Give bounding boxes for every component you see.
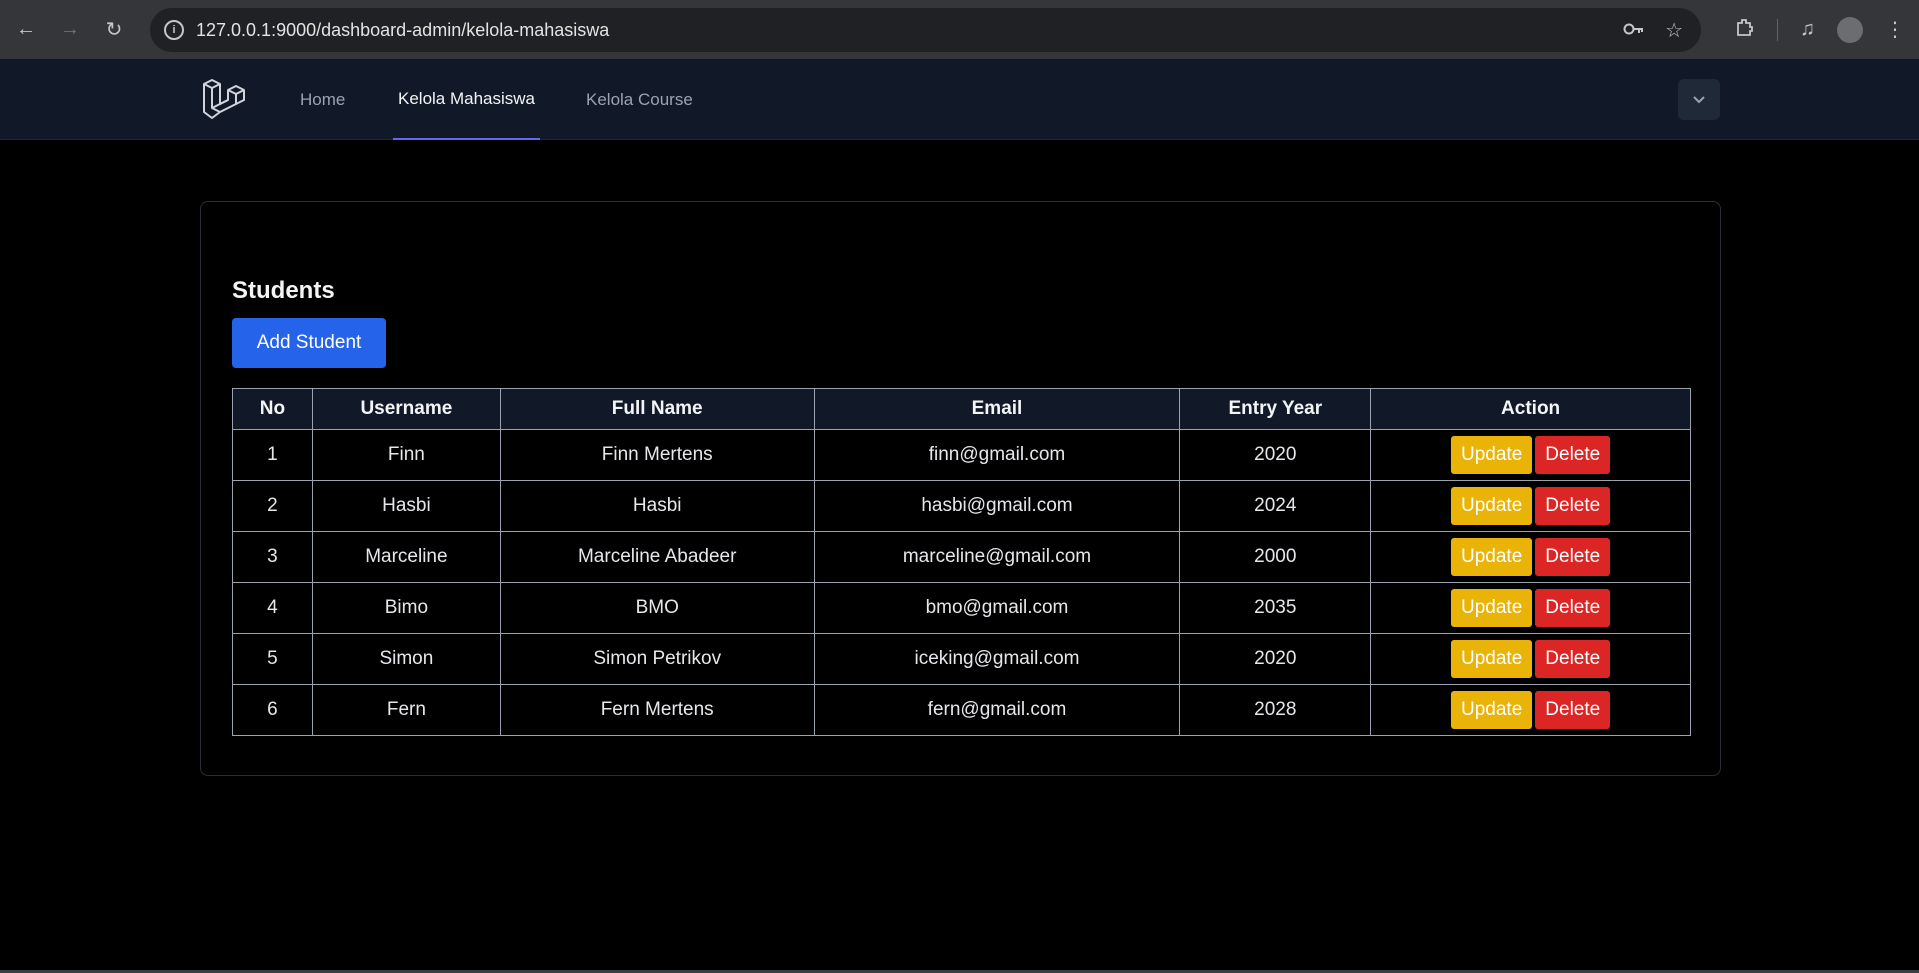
- nav-link-kelola-mahasiswa[interactable]: Kelola Mahasiswa: [393, 59, 541, 140]
- cell-username: Simon: [311, 633, 501, 685]
- students-table: No Username Full Name Email Entry Year A…: [232, 388, 1691, 736]
- cell-username: Fern: [311, 684, 501, 736]
- cell-entry-year: 2024: [1179, 480, 1372, 532]
- browser-toolbar: ← → ↻ i 127.0.0.1:9000/dashboard-admin/k…: [0, 0, 1919, 59]
- cell-username: Bimo: [311, 582, 501, 634]
- back-icon[interactable]: ←: [8, 12, 44, 48]
- nav-link-kelola-course[interactable]: Kelola Course: [586, 59, 693, 140]
- delete-button[interactable]: Delete: [1535, 640, 1611, 678]
- update-button[interactable]: Update: [1451, 538, 1533, 576]
- url-text[interactable]: 127.0.0.1:9000/dashboard-admin/kelola-ma…: [196, 20, 609, 41]
- media-icon[interactable]: ♫: [1800, 18, 1815, 41]
- table-row: 5 Simon Simon Petrikov iceking@gmail.com…: [232, 633, 1691, 685]
- column-header: Entry Year: [1179, 388, 1372, 430]
- cell-full-name: Simon Petrikov: [499, 633, 815, 685]
- cell-username: Finn: [311, 429, 501, 481]
- cell-email: iceking@gmail.com: [813, 633, 1181, 685]
- cell-full-name: Finn Mertens: [499, 429, 815, 481]
- cell-action: Update Delete: [1370, 582, 1691, 634]
- page-title: Students: [232, 277, 335, 304]
- table-row: 1 Finn Finn Mertens finn@gmail.com 2020 …: [232, 429, 1691, 481]
- cell-email: fern@gmail.com: [813, 684, 1181, 736]
- menu-icon[interactable]: ⋮: [1885, 17, 1905, 42]
- cell-no: 6: [232, 684, 313, 736]
- chevron-down-icon: [1693, 95, 1705, 103]
- reload-icon[interactable]: ↻: [96, 12, 132, 48]
- cell-entry-year: 2020: [1179, 633, 1372, 685]
- cell-action: Update Delete: [1370, 429, 1691, 481]
- update-button[interactable]: Update: [1451, 640, 1533, 678]
- cell-action: Update Delete: [1370, 531, 1691, 583]
- column-header: Username: [311, 388, 501, 430]
- toolbar-divider: [1777, 18, 1778, 41]
- cell-username: Hasbi: [311, 480, 501, 532]
- cell-username: Marceline: [311, 531, 501, 583]
- star-icon[interactable]: ☆: [1665, 18, 1683, 43]
- cell-action: Update Delete: [1370, 633, 1691, 685]
- update-button[interactable]: Update: [1451, 436, 1533, 474]
- cell-entry-year: 2028: [1179, 684, 1372, 736]
- table-header-row: No Username Full Name Email Entry Year A…: [232, 388, 1691, 430]
- laravel-logo-icon[interactable]: [202, 78, 246, 120]
- app-navbar: Home Kelola Mahasiswa Kelola Course: [0, 59, 1919, 140]
- profile-icon[interactable]: [1837, 16, 1863, 43]
- cell-entry-year: 2035: [1179, 582, 1372, 634]
- cell-full-name: Hasbi: [499, 480, 815, 532]
- extensions-icon[interactable]: [1735, 17, 1755, 43]
- cell-action: Update Delete: [1370, 684, 1691, 736]
- cell-no: 4: [232, 582, 313, 634]
- cell-full-name: BMO: [499, 582, 815, 634]
- update-button[interactable]: Update: [1451, 691, 1533, 729]
- delete-button[interactable]: Delete: [1535, 691, 1611, 729]
- delete-button[interactable]: Delete: [1535, 436, 1611, 474]
- column-header: Full Name: [499, 388, 815, 430]
- cell-email: hasbi@gmail.com: [813, 480, 1181, 532]
- cell-entry-year: 2000: [1179, 531, 1372, 583]
- update-button[interactable]: Update: [1451, 589, 1533, 627]
- update-button[interactable]: Update: [1451, 487, 1533, 525]
- delete-button[interactable]: Delete: [1535, 487, 1611, 525]
- cell-entry-year: 2020: [1179, 429, 1372, 481]
- column-header: Action: [1370, 388, 1691, 430]
- cell-no: 2: [232, 480, 313, 532]
- cell-email: marceline@gmail.com: [813, 531, 1181, 583]
- cell-no: 1: [232, 429, 313, 481]
- site-info-icon[interactable]: i: [164, 20, 184, 40]
- table-row: 3 Marceline Marceline Abadeer marceline@…: [232, 531, 1691, 583]
- delete-button[interactable]: Delete: [1535, 538, 1611, 576]
- cell-action: Update Delete: [1370, 480, 1691, 532]
- delete-button[interactable]: Delete: [1535, 589, 1611, 627]
- table-row: 6 Fern Fern Mertens fern@gmail.com 2028 …: [232, 684, 1691, 736]
- cell-email: bmo@gmail.com: [813, 582, 1181, 634]
- cell-full-name: Marceline Abadeer: [499, 531, 815, 583]
- user-dropdown-button[interactable]: [1678, 79, 1720, 120]
- column-header: No: [232, 388, 313, 430]
- students-card: Students Add Student No Username Full Na…: [200, 201, 1721, 776]
- cell-full-name: Fern Mertens: [499, 684, 815, 736]
- forward-icon[interactable]: →: [52, 12, 88, 48]
- column-header: Email: [813, 388, 1181, 430]
- address-bar[interactable]: i 127.0.0.1:9000/dashboard-admin/kelola-…: [150, 8, 1701, 52]
- table-row: 2 Hasbi Hasbi hasbi@gmail.com 2024 Updat…: [232, 480, 1691, 532]
- table-row: 4 Bimo BMO bmo@gmail.com 2035 Update Dele…: [232, 582, 1691, 634]
- add-student-button[interactable]: Add Student: [232, 318, 386, 368]
- cell-email: finn@gmail.com: [813, 429, 1181, 481]
- nav-link-home[interactable]: Home: [300, 59, 345, 140]
- key-icon[interactable]: [1623, 19, 1645, 42]
- cell-no: 5: [232, 633, 313, 685]
- cell-no: 3: [232, 531, 313, 583]
